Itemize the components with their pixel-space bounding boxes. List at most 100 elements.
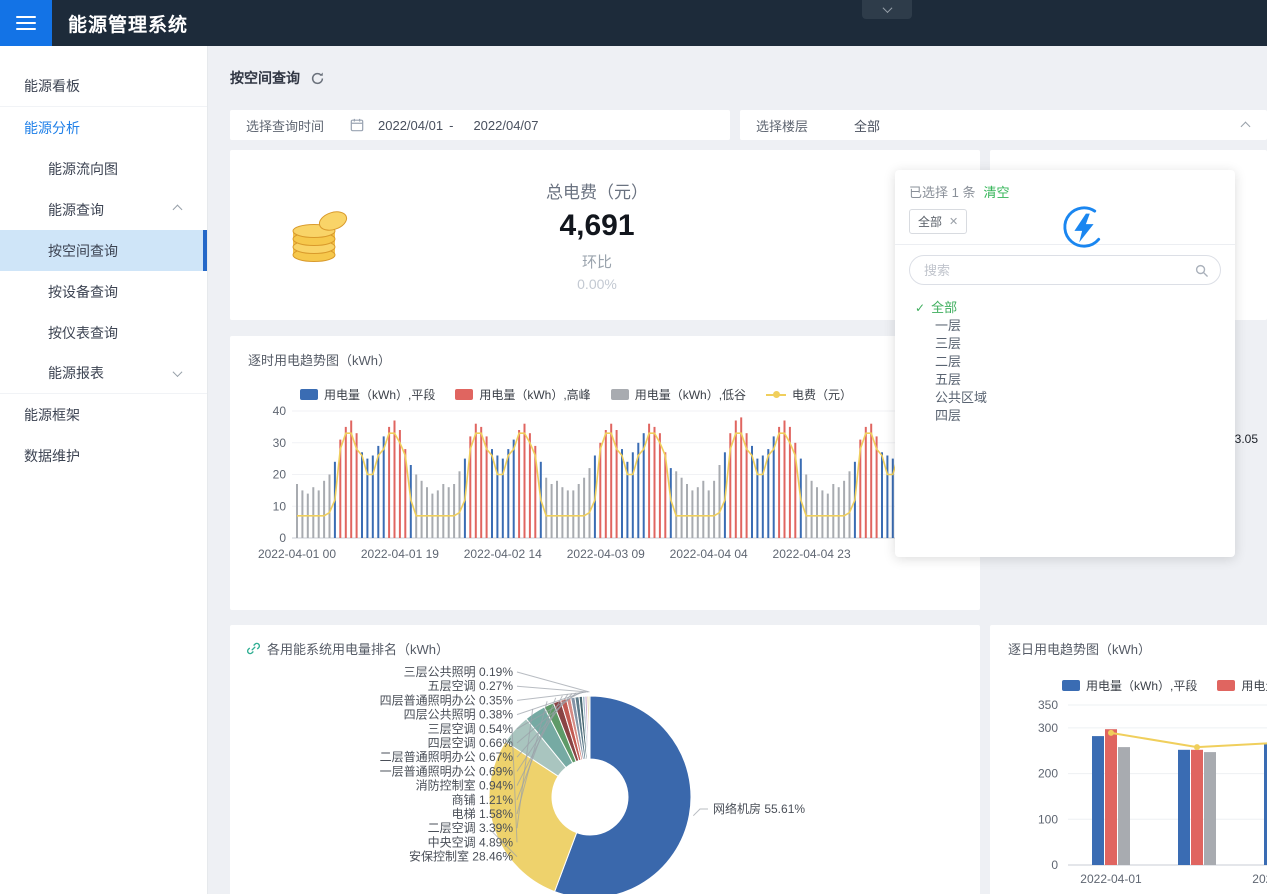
- tag-remove-icon[interactable]: ✕: [949, 215, 958, 228]
- stat-value: 4,691: [472, 209, 722, 243]
- legend-item[interactable]: 用电量（kWh）,平段: [300, 386, 435, 403]
- floor-search-input[interactable]: [909, 255, 1221, 285]
- sidebar-item-能源看板[interactable]: 能源看板: [0, 66, 207, 107]
- legend-item[interactable]: 用电量（kWh）,平段: [1062, 677, 1197, 694]
- stat-sub-label: 环比: [472, 251, 722, 272]
- header-collapse-tab[interactable]: [862, 0, 912, 19]
- pie-chart-title: 各用能系统用电量排名（kWh）: [267, 639, 449, 658]
- refresh-icon[interactable]: [310, 71, 325, 86]
- floor-option-全部[interactable]: ✓全部: [909, 299, 1221, 317]
- date-start[interactable]: 2022/04/01: [378, 118, 443, 133]
- sidebar-item-能源查询[interactable]: 能源查询: [0, 189, 207, 230]
- legend-item[interactable]: 用电量（kWh）,低谷: [611, 386, 746, 403]
- sidebar-item-label: 能源分析: [24, 118, 181, 138]
- date-separator: -: [449, 118, 453, 133]
- svg-text:三层公共照明 0.19%: 三层公共照明 0.19%: [404, 665, 514, 679]
- svg-text:四层空调 0.66%: 四层空调 0.66%: [428, 736, 514, 750]
- legend-label: 用电量（kWh）,高峰: [1241, 677, 1267, 694]
- svg-text:100: 100: [1038, 812, 1058, 826]
- sidebar-item-能源分析[interactable]: 能源分析: [0, 107, 207, 148]
- hourly-trend-chart[interactable]: 0102030402022-04-01 002022-04-01 192022-…: [230, 336, 980, 610]
- link-icon: [246, 641, 261, 656]
- floor-option-一层[interactable]: 一层: [909, 317, 1221, 335]
- svg-text:2022-04-03 09: 2022-04-03 09: [567, 547, 645, 561]
- chevron-up-icon: [173, 205, 183, 215]
- floor-options-list: ✓全部一层三层二层五层公共区域四层: [909, 299, 1221, 425]
- floor-option-label: 一层: [935, 317, 961, 335]
- hourly-trend-panel: 逐时用电趋势图（kWh） 用电量（kWh）,平段 用电量（kWh）,高峰 用电量（k…: [230, 336, 980, 610]
- total-electricity-card: 总电费（元） 4,691 环比 0.00%: [230, 150, 980, 320]
- svg-text:消防控制室 0.94%: 消防控制室 0.94%: [416, 778, 514, 793]
- svg-text:2022-04-04 23: 2022-04-04 23: [773, 547, 851, 561]
- svg-text:三层空调 0.54%: 三层空调 0.54%: [428, 722, 514, 736]
- svg-text:安保控制室 28.46%: 安保控制室 28.46%: [409, 849, 513, 864]
- svg-text:40: 40: [273, 404, 287, 418]
- daily-chart-title: 逐日用电趋势图（kWh）: [990, 625, 1267, 658]
- daily-chart-legend: 用电量（kWh）,平段用电量（kWh）,高峰用电量（kWh）,低谷电费（元）: [1062, 677, 1267, 694]
- sidebar-item-按仪表查询[interactable]: 按仪表查询: [0, 312, 207, 353]
- stat-sub-value: 0.00%: [472, 276, 722, 292]
- hourly-chart-title: 逐时用电趋势图（kWh）: [230, 336, 980, 369]
- svg-text:四层公共照明 0.38%: 四层公共照明 0.38%: [404, 708, 514, 722]
- floor-select[interactable]: 选择楼层 全部: [740, 110, 1267, 140]
- floor-option-五层[interactable]: 五层: [909, 371, 1221, 389]
- date-end[interactable]: 2022/04/07: [473, 118, 538, 133]
- sidebar-item-能源流向图[interactable]: 能源流向图: [0, 148, 207, 189]
- floor-option-三层[interactable]: 三层: [909, 335, 1221, 353]
- legend-item[interactable]: 电费（元）: [766, 386, 852, 403]
- lightning-icon: [1061, 204, 1107, 250]
- svg-text:2022-04-01: 2022-04-01: [1080, 872, 1142, 886]
- svg-text:电梯 1.58%: 电梯 1.58%: [452, 807, 514, 821]
- top-header: 能源管理系统: [0, 0, 1267, 46]
- sidebar-item-label: 按仪表查询: [48, 323, 181, 343]
- time-filter-label: 选择查询时间: [246, 116, 324, 135]
- svg-text:300: 300: [1038, 721, 1058, 735]
- floor-option-二层[interactable]: 二层: [909, 353, 1221, 371]
- selected-tag-label: 全部: [918, 213, 942, 230]
- svg-text:二层空调 3.39%: 二层空调 3.39%: [428, 821, 514, 835]
- legend-swatch: [1062, 680, 1080, 691]
- svg-text:350: 350: [1038, 698, 1058, 712]
- sidebar-menu: 能源看板能源分析能源流向图能源查询按空间查询按设备查询按仪表查询能源报表能源框架…: [0, 46, 207, 476]
- sidebar-item-label: 能源流向图: [48, 159, 181, 179]
- svg-text:2022-04-01 19: 2022-04-01 19: [361, 547, 439, 561]
- svg-text:网络机房 55.61%: 网络机房 55.61%: [713, 801, 805, 816]
- sidebar-item-能源报表[interactable]: 能源报表: [0, 353, 207, 394]
- legend-item[interactable]: 用电量（kWh）,高峰: [455, 386, 590, 403]
- date-range-picker[interactable]: 选择查询时间 2022/04/01 - 2022/04/07: [230, 110, 730, 140]
- svg-text:中央空调 4.89%: 中央空调 4.89%: [428, 834, 514, 849]
- legend-line-swatch: [766, 394, 786, 396]
- svg-text:0: 0: [1051, 858, 1058, 872]
- floor-option-四层[interactable]: 四层: [909, 407, 1221, 425]
- legend-swatch: [455, 389, 473, 400]
- hamburger-menu-button[interactable]: [0, 0, 52, 46]
- sidebar-item-label: 能源框架: [24, 405, 181, 425]
- clear-selection-button[interactable]: 清空: [983, 185, 1009, 200]
- legend-item[interactable]: 用电量（kWh）,高峰: [1217, 677, 1267, 694]
- floor-filter-label: 选择楼层: [756, 116, 808, 135]
- legend-label: 用电量（kWh）,高峰: [479, 386, 590, 403]
- svg-text:2022-04-02 14: 2022-04-02 14: [464, 547, 542, 561]
- svg-text:四层普通照明办公 0.35%: 四层普通照明办公 0.35%: [380, 692, 514, 707]
- ranking-pie-chart[interactable]: 三层公共照明 0.19%五层空调 0.27%四层普通照明办公 0.35%四层公共…: [230, 625, 980, 894]
- main-content: 按空间查询 选择查询时间 2022/04/01 - 2022/04/07 选择楼…: [208, 46, 1267, 894]
- legend-label: 用电量（kWh）,低谷: [635, 386, 746, 403]
- daily-trend-chart[interactable]: 01002003003502022-04-012022-04-032022-04…: [990, 625, 1267, 894]
- svg-text:一层普通照明办公 0.69%: 一层普通照明办公 0.69%: [380, 763, 514, 778]
- sidebar-item-按空间查询[interactable]: 按空间查询: [0, 230, 207, 271]
- svg-text:0: 0: [279, 531, 286, 545]
- daily-trend-panel: 逐日用电趋势图（kWh） 用电量（kWh）,平段用电量（kWh）,高峰用电量（k…: [990, 625, 1267, 894]
- selected-count: 已选择 1 条: [909, 185, 975, 200]
- svg-text:二层普通照明办公 0.67%: 二层普通照明办公 0.67%: [380, 749, 514, 764]
- sidebar-item-能源框架[interactable]: 能源框架: [0, 394, 207, 435]
- floor-option-label: 三层: [935, 335, 961, 353]
- page-title: 按空间查询: [230, 68, 300, 88]
- sidebar-item-数据维护[interactable]: 数据维护: [0, 435, 207, 476]
- search-icon: [1194, 263, 1209, 278]
- sidebar-item-按设备查询[interactable]: 按设备查询: [0, 271, 207, 312]
- selected-tag[interactable]: 全部 ✕: [909, 209, 967, 234]
- floor-option-公共区域[interactable]: 公共区域: [909, 389, 1221, 407]
- svg-text:五层空调 0.27%: 五层空调 0.27%: [428, 679, 514, 693]
- ranking-pie-panel: 各用能系统用电量排名（kWh） 三层公共照明 0.19%五层空调 0.27%四层…: [230, 625, 980, 894]
- chevron-down-icon: [882, 3, 892, 13]
